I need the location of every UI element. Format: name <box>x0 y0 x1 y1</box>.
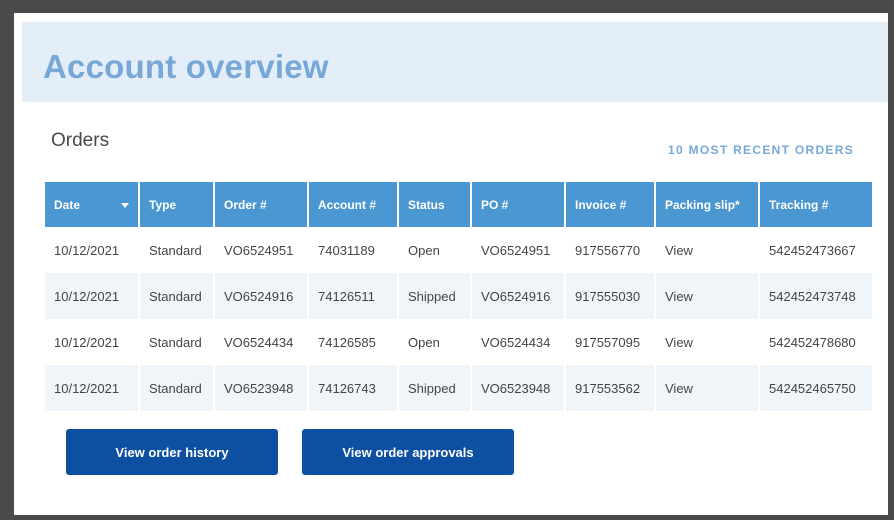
order-number-link[interactable]: VO6524951 <box>215 227 309 273</box>
orders-table: Date Type Order # Account # Status PO # … <box>45 182 872 411</box>
page-header: Account overview <box>22 22 888 102</box>
cell-account: 74126511 <box>309 273 399 319</box>
table-row: 10/12/2021 Standard VO6524951 74031189 O… <box>45 227 872 273</box>
order-number-link[interactable]: VO6524916 <box>215 273 309 319</box>
tracking-link[interactable]: 542452473667 <box>760 227 872 273</box>
cell-po: VO6523948 <box>472 365 566 411</box>
table-row: 10/12/2021 Standard VO6524916 74126511 S… <box>45 273 872 319</box>
caret-down-icon[interactable] <box>121 202 129 208</box>
packing-slip-link[interactable]: View <box>656 273 760 319</box>
view-order-approvals-button[interactable]: View order approvals <box>302 429 514 475</box>
window-frame: Account overview Orders 10 MOST RECENT O… <box>0 0 894 520</box>
column-header-label: Date <box>54 197 81 212</box>
cell-po: VO6524434 <box>472 319 566 365</box>
cell-po: VO6524916 <box>472 273 566 319</box>
cell-type: Standard <box>140 273 215 319</box>
view-order-history-button[interactable]: View order history <box>66 429 278 475</box>
cell-status: Open <box>399 227 472 273</box>
table-header-row: Date Type Order # Account # Status PO # … <box>45 182 872 227</box>
packing-slip-link[interactable]: View <box>656 365 760 411</box>
cell-date: 10/12/2021 <box>45 319 140 365</box>
column-header-date[interactable]: Date <box>45 182 140 227</box>
account-overview-page: Account overview Orders 10 MOST RECENT O… <box>14 13 888 515</box>
cell-po: VO6524951 <box>472 227 566 273</box>
column-header-status: Status <box>399 182 472 227</box>
cell-account: 74031189 <box>309 227 399 273</box>
invoice-link[interactable]: 917556770 <box>566 227 656 273</box>
order-number-link[interactable]: VO6523948 <box>215 365 309 411</box>
invoice-link[interactable]: 917557095 <box>566 319 656 365</box>
invoice-link[interactable]: 917553562 <box>566 365 656 411</box>
cell-type: Standard <box>140 227 215 273</box>
table-row: 10/12/2021 Standard VO6524434 74126585 O… <box>45 319 872 365</box>
packing-slip-link[interactable]: View <box>656 319 760 365</box>
tracking-link[interactable]: 542452473748 <box>760 273 872 319</box>
column-header-order: Order # <box>215 182 309 227</box>
orders-heading: Orders <box>51 130 110 151</box>
page-title: Account overview <box>43 48 329 85</box>
cell-status: Open <box>399 319 472 365</box>
cell-status: Shipped <box>399 365 472 411</box>
column-header-po: PO # <box>472 182 566 227</box>
packing-slip-link[interactable]: View <box>656 227 760 273</box>
cell-status: Shipped <box>399 273 472 319</box>
column-header-type: Type <box>140 182 215 227</box>
cell-type: Standard <box>140 365 215 411</box>
tracking-link[interactable]: 542452465750 <box>760 365 872 411</box>
cell-type: Standard <box>140 319 215 365</box>
column-header-account: Account # <box>309 182 399 227</box>
order-number-link[interactable]: VO6524434 <box>215 319 309 365</box>
column-header-tracking: Tracking # <box>760 182 872 227</box>
cell-account: 74126585 <box>309 319 399 365</box>
column-header-invoice: Invoice # <box>566 182 656 227</box>
table-row: 10/12/2021 Standard VO6523948 74126743 S… <box>45 365 872 411</box>
cell-date: 10/12/2021 <box>45 227 140 273</box>
tracking-link[interactable]: 542452478680 <box>760 319 872 365</box>
cell-date: 10/12/2021 <box>45 365 140 411</box>
invoice-link[interactable]: 917555030 <box>566 273 656 319</box>
recent-orders-label: 10 MOST RECENT ORDERS <box>668 143 854 157</box>
column-header-packing-slip: Packing slip* <box>656 182 760 227</box>
cell-date: 10/12/2021 <box>45 273 140 319</box>
cell-account: 74126743 <box>309 365 399 411</box>
